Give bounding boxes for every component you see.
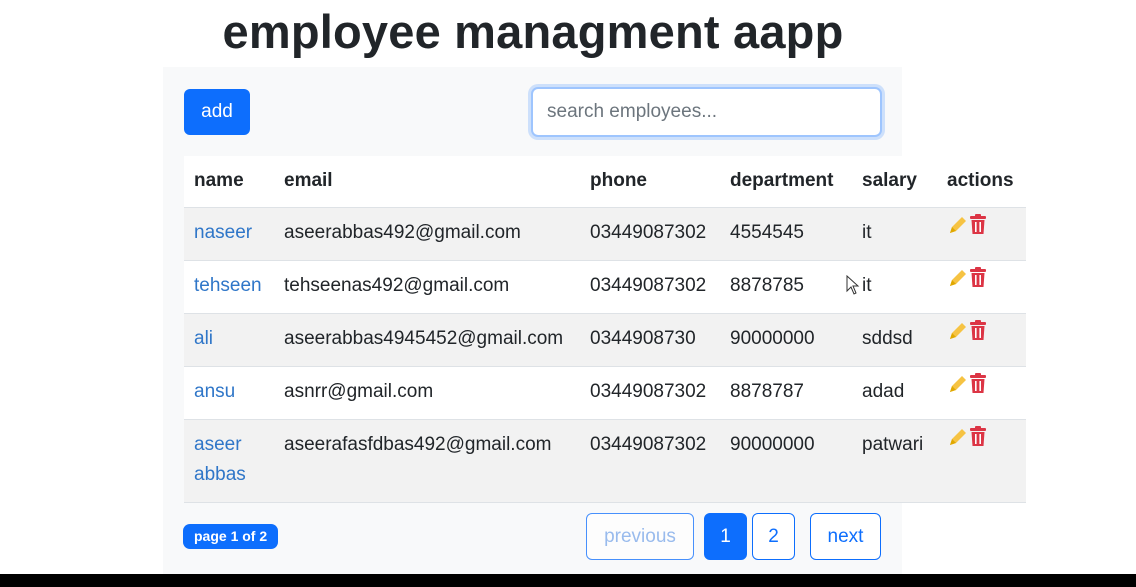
row-actions <box>937 419 1026 502</box>
delete-icon[interactable] <box>969 320 987 352</box>
page-1-button[interactable]: 1 <box>704 513 747 560</box>
employee-salary: it <box>862 274 872 296</box>
column-header-email[interactable]: email <box>274 156 580 208</box>
employee-salary: it <box>852 207 937 260</box>
employee-name-link[interactable]: ansu <box>194 381 235 402</box>
employee-salary: sddsd <box>852 313 937 366</box>
table-header-row: name email phone department salary actio… <box>184 156 1026 208</box>
page-status-badge: page 1 of 2 <box>183 524 279 549</box>
employee-department: 90000000 <box>720 313 852 366</box>
previous-page-button[interactable]: previous <box>586 513 694 560</box>
employee-email: asnrr@gmail.com <box>284 380 434 402</box>
edit-icon[interactable] <box>947 320 969 352</box>
employee-phone: 0344908730 <box>580 313 720 366</box>
employee-phone: 03449087302 <box>590 380 707 402</box>
employee-phone: 03449087302 <box>580 207 720 260</box>
column-header-phone[interactable]: phone <box>580 156 720 208</box>
employee-table: name email phone department salary actio… <box>184 156 1026 503</box>
add-button[interactable]: add <box>184 89 250 135</box>
employee-salary: patwari <box>852 419 937 502</box>
table-row: naseer aseerabbas492@gmail.com 034490873… <box>184 207 1026 260</box>
table-row: ali aseerabbas4945452@gmail.com 03449087… <box>184 313 1026 366</box>
row-actions <box>937 366 1026 419</box>
column-header-actions: actions <box>937 156 1026 208</box>
row-actions <box>937 260 1026 313</box>
employee-email: aseerafasfdbas492@gmail.com <box>274 419 580 502</box>
employee-department: 8878787 <box>730 380 804 402</box>
edit-icon[interactable] <box>947 373 969 405</box>
edit-icon[interactable] <box>947 214 969 246</box>
edit-icon[interactable] <box>947 267 969 299</box>
delete-icon[interactable] <box>969 214 987 246</box>
column-header-name[interactable]: name <box>184 156 274 208</box>
next-page-button[interactable]: next <box>810 513 881 560</box>
bottom-bar <box>0 574 1136 587</box>
delete-icon[interactable] <box>969 426 987 458</box>
employee-department: 4554545 <box>720 207 852 260</box>
mouse-cursor-icon <box>846 274 860 300</box>
row-actions <box>937 313 1026 366</box>
employee-phone: 03449087302 <box>590 274 707 296</box>
employee-department: 90000000 <box>720 419 852 502</box>
employee-email: aseerabbas492@gmail.com <box>274 207 580 260</box>
column-header-department[interactable]: department <box>720 156 852 208</box>
column-header-salary[interactable]: salary <box>852 156 937 208</box>
employee-email: aseerabbas4945452@gmail.com <box>274 313 580 366</box>
employee-name-link[interactable]: aseer abbas <box>194 434 246 485</box>
employee-name-link[interactable]: naseer <box>194 222 252 243</box>
search-input[interactable] <box>531 87 882 137</box>
row-actions <box>937 207 1026 260</box>
employee-salary: adad <box>862 380 905 402</box>
edit-icon[interactable] <box>947 426 969 458</box>
page-title: employee managment aapp <box>222 5 844 58</box>
employee-phone: 03449087302 <box>580 419 720 502</box>
page-2-button[interactable]: 2 <box>752 513 795 560</box>
table-row: ansu asnrr@gmail.com 03449087302 8878787… <box>184 366 1026 419</box>
table-row: tehseen tehseenas492@gmail.com 034490873… <box>184 260 1026 313</box>
table-row: aseer abbas aseerafasfdbas492@gmail.com … <box>184 419 1026 502</box>
employee-name-link[interactable]: tehseen <box>194 275 262 296</box>
employee-name-link[interactable]: ali <box>194 328 213 349</box>
employee-department: 8878785 <box>730 274 804 296</box>
delete-icon[interactable] <box>969 267 987 299</box>
delete-icon[interactable] <box>969 373 987 405</box>
employee-email: tehseenas492@gmail.com <box>284 274 510 296</box>
